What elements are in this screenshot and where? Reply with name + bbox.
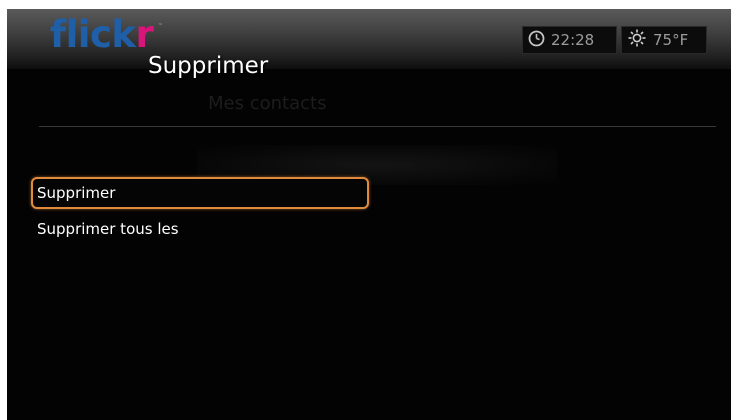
clock-icon [523,30,551,51]
menu-item-supprimer-tous[interactable]: Supprimer tous les [31,213,369,245]
logo-trademark: ™ [158,23,163,29]
menu-item-supprimer[interactable]: Supprimer [31,177,369,209]
flickr-logo: flickr [50,13,154,56]
tv-screen: flickr ™ Supprimer 22:28 75°F Mes contac… [7,9,731,420]
logo-text-tail: r [135,13,154,56]
logo-text-main: flick [50,13,136,56]
temperature-value: 75°F [653,31,689,49]
page-title: Supprimer [148,53,269,79]
weather-status: 75°F [621,26,707,54]
clock-time: 22:28 [551,31,595,49]
menu-item-label: Supprimer tous les [37,220,179,238]
menu-item-label: Supprimer [37,184,116,202]
background-contacts-label: Mes contacts [208,93,327,114]
separator-line [39,126,716,127]
sun-icon [622,28,653,52]
clock-status: 22:28 [522,26,617,54]
